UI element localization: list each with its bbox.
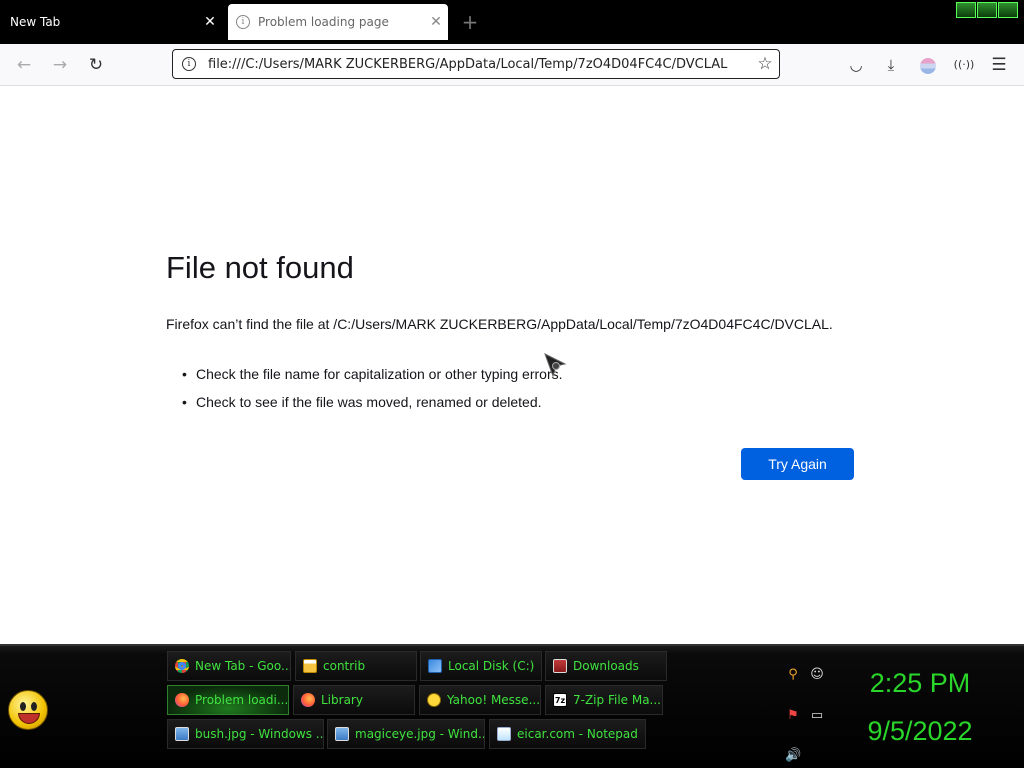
taskbar-button-local-disk[interactable]: Local Disk (C:): [420, 651, 542, 681]
close-tab-icon[interactable]: ✕: [424, 14, 448, 30]
system-tray: ⚲ ☺ ⚑ ▭ 🔊: [780, 654, 830, 764]
new-tab-button[interactable]: +: [458, 10, 482, 34]
7zip-icon: 7z: [553, 693, 567, 707]
image-viewer-icon: [335, 727, 349, 741]
firefox-icon: [301, 693, 315, 707]
error-title: File not found: [166, 250, 354, 285]
action-center-flag-icon[interactable]: ⚑: [785, 708, 801, 724]
tab-new-tab[interactable]: New Tab ✕: [0, 4, 222, 40]
downloads-icon[interactable]: ⤓: [878, 52, 904, 78]
extension-icon[interactable]: [915, 52, 941, 78]
tab-strip: New Tab ✕ i Problem loading page ✕ +: [0, 0, 1024, 44]
pocket-icon[interactable]: ◡: [843, 52, 869, 78]
taskbar-button-label: eicar.com - Notepad: [517, 727, 638, 741]
try-again-button[interactable]: Try Again: [741, 448, 854, 480]
taskbar-button-chrome[interactable]: New Tab - Goo...: [167, 651, 291, 681]
error-suggestions: Check the file name for capitalization o…: [182, 366, 563, 422]
page-content: File not found Firefox can’t find the fi…: [0, 86, 1024, 644]
address-bar[interactable]: i file:///C:/Users/MARK ZUCKERBERG/AppDa…: [172, 49, 780, 79]
taskbar-button-label: Local Disk (C:): [448, 659, 535, 673]
clock-date[interactable]: 9/5/2022: [856, 716, 984, 747]
tab-problem-loading-page[interactable]: i Problem loading page ✕: [228, 4, 448, 40]
taskbar-button-label: contrib: [323, 659, 366, 673]
taskbar-button-label: 7-Zip File Ma...: [573, 693, 661, 707]
minimize-button[interactable]: [956, 2, 976, 18]
url-input[interactable]: file:///C:/Users/MARK ZUCKERBERG/AppData…: [208, 57, 751, 72]
bookmark-star-icon[interactable]: ☆: [751, 54, 779, 74]
taskbar-button-magiceye-jpg[interactable]: magiceye.jpg - Wind...: [327, 719, 485, 749]
taskbar: New Tab - Goo... contrib Local Disk (C:)…: [0, 644, 1024, 768]
taskbar-button-7zip[interactable]: 7z 7-Zip File Ma...: [545, 685, 663, 715]
tab-title: Problem loading page: [258, 15, 389, 29]
info-icon: i: [236, 15, 250, 29]
taskbar-button-notepad[interactable]: eicar.com - Notepad: [489, 719, 646, 749]
taskbar-button-label: bush.jpg - Windows ...: [195, 727, 324, 741]
taskbar-button-contrib[interactable]: contrib: [295, 651, 417, 681]
tab-title: New Tab: [10, 15, 61, 29]
taskbar-button-label: magiceye.jpg - Wind...: [355, 727, 485, 741]
error-description: Firefox can’t find the file at /C:/Users…: [166, 316, 833, 332]
taskbar-button-label: Library: [321, 693, 363, 707]
start-button-smiley-icon[interactable]: [8, 690, 48, 730]
mouse-cursor-icon: [544, 352, 567, 378]
list-item: Check the file name for capitalization o…: [182, 366, 563, 394]
taskbar-button-label: Problem loadi...: [195, 693, 289, 707]
folder-icon: [303, 659, 317, 673]
image-viewer-icon: [175, 727, 189, 741]
navigation-toolbar: ← → ↻ i file:///C:/Users/MARK ZUCKERBERG…: [0, 44, 1024, 86]
list-item: Check to see if the file was moved, rena…: [182, 394, 563, 422]
yahoo-messenger-icon: [427, 693, 441, 707]
taskbar-button-library[interactable]: Library: [293, 685, 415, 715]
media-icon[interactable]: ((·)): [951, 52, 977, 78]
back-button[interactable]: ←: [10, 52, 38, 78]
clock-time[interactable]: 2:25 PM: [856, 668, 984, 699]
taskbar-button-label: Yahoo! Messe...: [447, 693, 541, 707]
status-smiley-icon[interactable]: ☺: [809, 667, 825, 683]
search-icon[interactable]: ⚲: [785, 667, 801, 683]
menu-icon[interactable]: ☰: [986, 52, 1012, 78]
taskbar-button-label: Downloads: [573, 659, 639, 673]
drive-icon: [428, 659, 442, 673]
forward-button[interactable]: →: [46, 52, 74, 78]
notepad-icon: [497, 727, 511, 741]
downloads-folder-icon: [553, 659, 567, 673]
taskbar-button-yahoo-messenger[interactable]: Yahoo! Messe...: [419, 685, 541, 715]
chrome-icon: [175, 659, 189, 673]
volume-icon[interactable]: 🔊: [785, 748, 801, 764]
maximize-button[interactable]: [977, 2, 997, 18]
taskbar-button-label: New Tab - Goo...: [195, 659, 291, 673]
taskbar-button-bush-jpg[interactable]: bush.jpg - Windows ...: [167, 719, 324, 749]
close-window-button[interactable]: [998, 2, 1018, 18]
window-controls: [956, 2, 1018, 18]
site-info-icon[interactable]: i: [182, 57, 196, 71]
firefox-icon: [175, 693, 189, 707]
taskbar-button-downloads[interactable]: Downloads: [545, 651, 667, 681]
reload-button[interactable]: ↻: [82, 52, 110, 78]
close-tab-icon[interactable]: ✕: [198, 14, 222, 30]
taskbar-button-firefox-problem[interactable]: Problem loadi...: [167, 685, 289, 715]
network-icon[interactable]: ▭: [809, 708, 825, 724]
